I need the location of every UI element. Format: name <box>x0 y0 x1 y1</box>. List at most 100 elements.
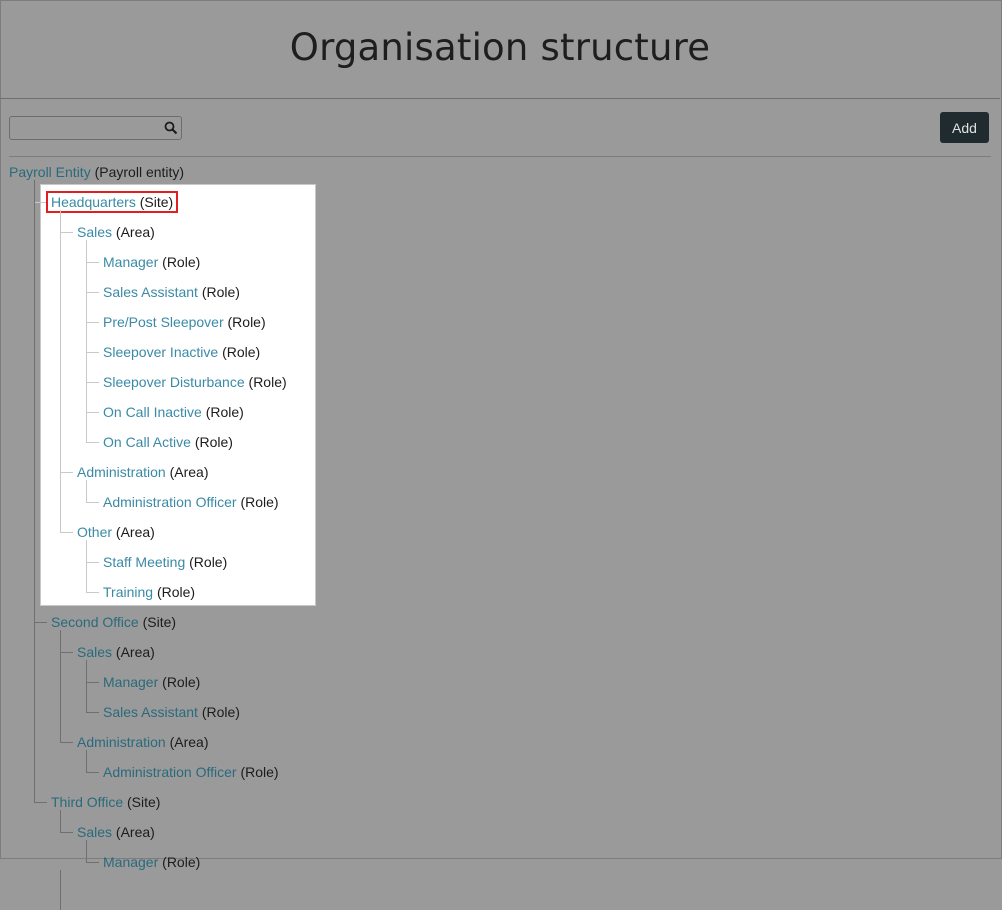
tree-node-area-link[interactable]: Sales <box>77 644 112 660</box>
tree-node-role-link[interactable]: Administration Officer <box>103 494 237 510</box>
tree-connector <box>60 210 61 532</box>
tree-node-area: Administration (Area) <box>77 734 209 750</box>
tree-node-role: Sleepover Inactive (Role) <box>103 344 260 360</box>
tree-node-area: Sales (Area) <box>77 644 155 660</box>
tree-node-root-kind: (Payroll entity) <box>94 164 185 180</box>
tree-connector <box>86 352 99 353</box>
tree-node-role-kind: (Role) <box>162 854 201 870</box>
tree-connector <box>86 562 99 563</box>
tree-connector <box>86 262 99 263</box>
tree-node-area: Other (Area) <box>77 524 155 540</box>
tree-node-site: Headquarters (Site) <box>45 191 179 213</box>
search-input[interactable] <box>10 117 160 139</box>
add-button[interactable]: Add <box>940 112 989 143</box>
tree-node-role-kind: (Role) <box>189 554 228 570</box>
tree-node-role-link[interactable]: Sales Assistant <box>103 704 198 720</box>
tree-node-role-link[interactable]: Administration Officer <box>103 764 237 780</box>
tree-connector <box>60 232 73 233</box>
tree-node-site-link[interactable]: Second Office <box>51 614 139 630</box>
tree-node-area-kind: (Area) <box>169 734 209 750</box>
tree-node-role-link[interactable]: Sales Assistant <box>103 284 198 300</box>
tree-node-role-link[interactable]: Pre/Post Sleepover <box>103 314 224 330</box>
tree-connector <box>86 442 99 443</box>
tree-node-role: Manager (Role) <box>103 674 200 690</box>
tree-node-role-link[interactable]: Manager <box>103 674 158 690</box>
tree-node-area-kind: (Area) <box>115 224 155 240</box>
tree-node-role-kind: (Role) <box>156 584 196 600</box>
tree-node-area-kind: (Area) <box>169 464 209 480</box>
tree-node-area-link[interactable]: Administration <box>77 464 166 480</box>
tree-node-area-link[interactable]: Sales <box>77 224 112 240</box>
tree-connector <box>86 322 99 323</box>
tree-connector <box>34 802 47 803</box>
toolbar-divider <box>9 156 991 157</box>
tree-node-site-link[interactable]: Third Office <box>51 794 123 810</box>
tree-node-root-link[interactable]: Payroll Entity <box>9 164 91 180</box>
tree-node-role-kind: (Role) <box>205 404 244 420</box>
tree-connector <box>60 810 61 832</box>
page-header: Organisation structure <box>0 0 1000 99</box>
tree-node-site: Second Office (Site) <box>51 614 176 630</box>
tree-node-root: Payroll Entity (Payroll entity) <box>9 164 184 180</box>
tree-node-area-kind: (Area) <box>115 644 155 660</box>
tree-connector <box>60 472 73 473</box>
tree-connector <box>60 870 61 910</box>
tree-node-role: Administration Officer (Role) <box>103 494 279 510</box>
tree-node-role-kind: (Role) <box>227 314 266 330</box>
tree-node-area-link[interactable]: Sales <box>77 824 112 840</box>
tree-node-role: Manager (Role) <box>103 854 200 870</box>
tree-node-area-link[interactable]: Administration <box>77 734 166 750</box>
tree-node-role: Sales Assistant (Role) <box>103 284 240 300</box>
tree-node-role-link[interactable]: On Call Active <box>103 434 191 450</box>
tree-connector <box>86 480 87 502</box>
tree-connector <box>86 712 99 713</box>
tree-node-role: Training (Role) <box>103 584 195 600</box>
tree-node-role-link[interactable]: On Call Inactive <box>103 404 202 420</box>
tree-node-area: Sales (Area) <box>77 224 155 240</box>
tree-node-area-kind: (Area) <box>115 524 155 540</box>
tree-node-role: Sleepover Disturbance (Role) <box>103 374 287 390</box>
tree-node-role-kind: (Role) <box>162 254 201 270</box>
tree-node-role-link[interactable]: Staff Meeting <box>103 554 185 570</box>
tree-connector <box>60 630 61 742</box>
tree-node-role-link[interactable]: Training <box>103 584 153 600</box>
tree-node-area: Administration (Area) <box>77 464 209 480</box>
tree-node-role-kind: (Role) <box>201 704 240 720</box>
tree-node-site-link[interactable]: Headquarters <box>51 194 136 210</box>
tree-connector <box>86 750 87 772</box>
tree-connector <box>86 412 99 413</box>
tree-node-role-kind: (Role) <box>240 494 279 510</box>
tree-connector <box>86 592 99 593</box>
tree-node-role-kind: (Role) <box>201 284 240 300</box>
tree-node-role-kind: (Role) <box>240 764 279 780</box>
tree-connector <box>34 622 47 623</box>
tree-node-area-link[interactable]: Other <box>77 524 112 540</box>
tree-node-role-kind: (Role) <box>162 674 201 690</box>
tree-node-role-link[interactable]: Manager <box>103 854 158 870</box>
tree-connector <box>86 682 99 683</box>
tree-node-role: Sales Assistant (Role) <box>103 704 240 720</box>
tree-node-role: On Call Inactive (Role) <box>103 404 244 420</box>
tree-node-role-kind: (Role) <box>248 374 287 390</box>
tree-connector <box>60 832 73 833</box>
tree-node-area-kind: (Area) <box>115 824 155 840</box>
tree-connector <box>34 202 47 203</box>
tree-node-role-kind: (Role) <box>194 434 233 450</box>
tree-node-role-link[interactable]: Sleepover Inactive <box>103 344 218 360</box>
tree-node-role: Manager (Role) <box>103 254 200 270</box>
tree-connector <box>60 742 73 743</box>
tree-connector <box>60 652 73 653</box>
tree-connector <box>86 540 87 592</box>
search-box[interactable] <box>9 116 182 140</box>
tree-node-role-link[interactable]: Manager <box>103 254 158 270</box>
tree-node-role-link[interactable]: Sleepover Disturbance <box>103 374 245 390</box>
tree-node-role-kind: (Role) <box>222 344 261 360</box>
tree-connector <box>86 240 87 442</box>
tree-node-role: Staff Meeting (Role) <box>103 554 227 570</box>
tree-connector <box>86 660 87 712</box>
tree-connector <box>86 772 99 773</box>
tree-node-area: Sales (Area) <box>77 824 155 840</box>
search-icon[interactable] <box>164 121 178 135</box>
tree-node-role: Pre/Post Sleepover (Role) <box>103 314 266 330</box>
selected-subtree-panel <box>40 184 316 606</box>
